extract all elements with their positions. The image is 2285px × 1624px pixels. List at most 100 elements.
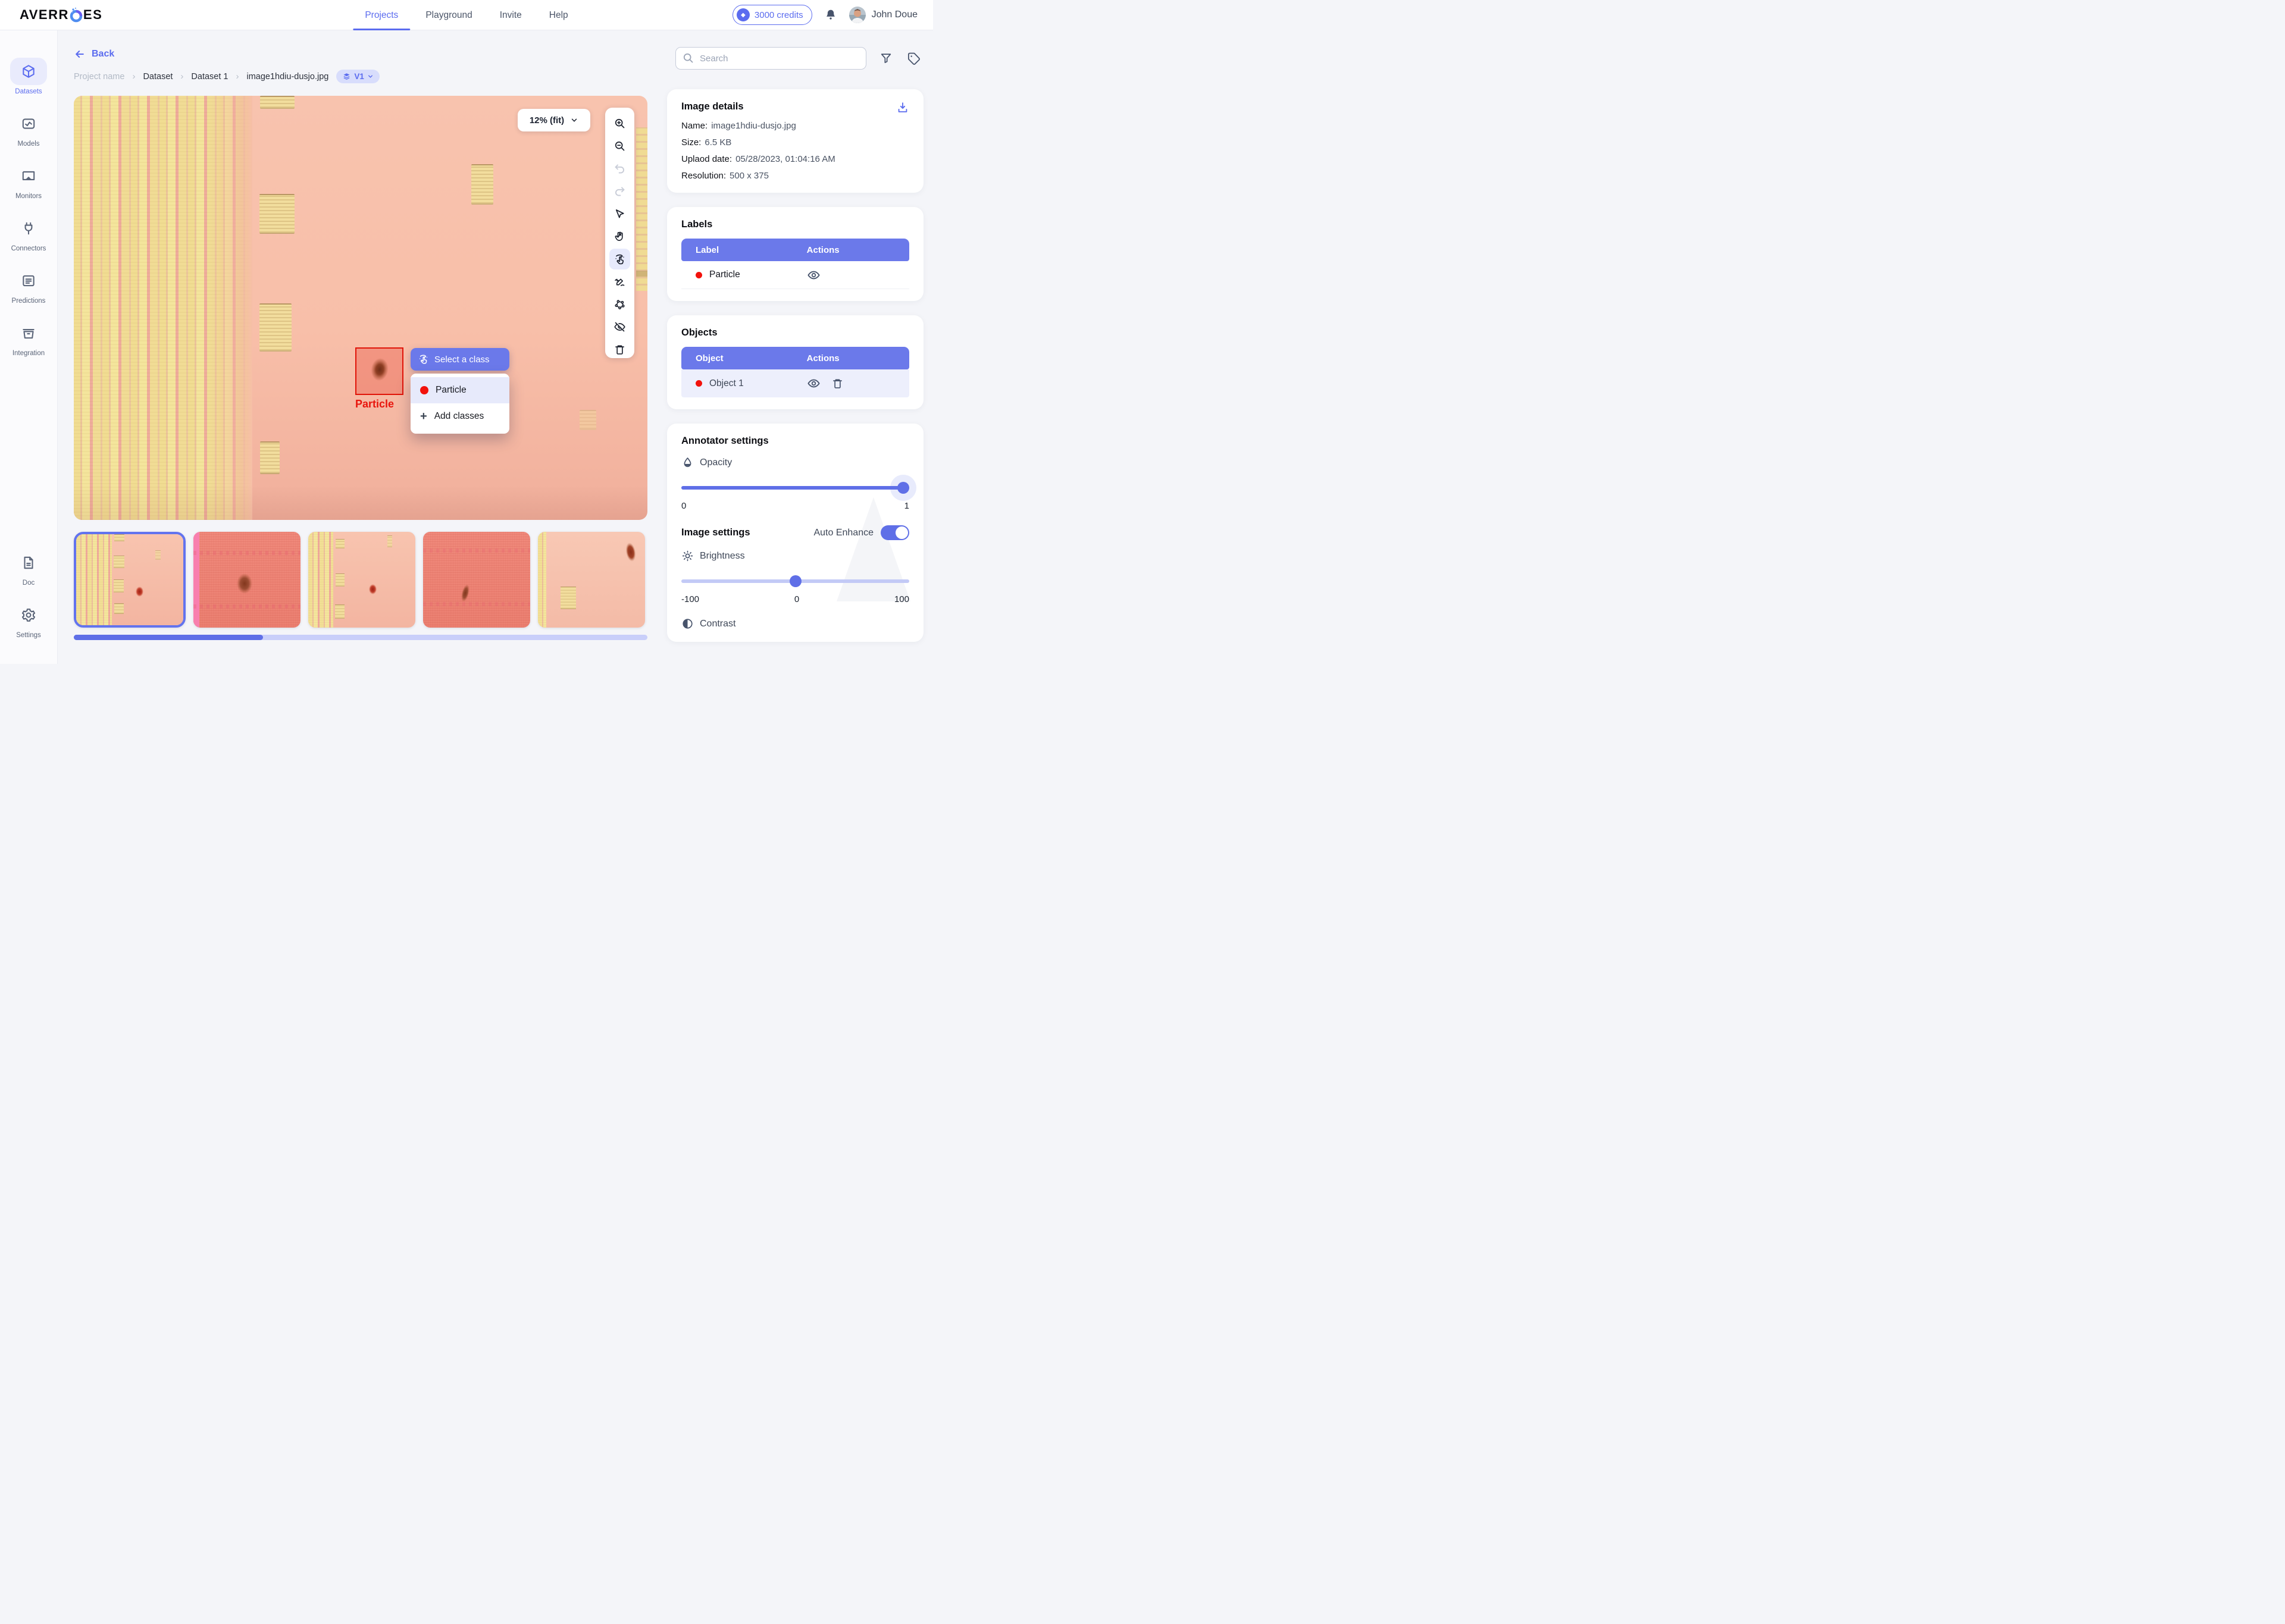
detail-size: Size:6.5 KB xyxy=(681,137,909,148)
opacity-slider[interactable] xyxy=(681,482,909,494)
thumbnail-1-selected[interactable] xyxy=(74,532,186,628)
breadcrumb-filename[interactable]: image1hdiu-dusjo.jpg xyxy=(247,72,329,81)
auto-enhance-toggle[interactable] xyxy=(881,525,909,540)
user-menu[interactable]: John Doue xyxy=(849,7,918,23)
sidebar-label: Connectors xyxy=(11,245,46,252)
logo-text-left: AVERR xyxy=(20,7,69,23)
document-icon xyxy=(21,555,36,570)
nav-projects[interactable]: Projects xyxy=(365,0,398,30)
image-settings-row: Image settings Auto Enhance xyxy=(681,525,909,540)
sidebar-item-monitors[interactable]: Monitors xyxy=(10,162,47,200)
undo-icon[interactable] xyxy=(609,158,630,179)
top-bar: AVERRES Projects Playground Invite Help … xyxy=(0,0,933,30)
class-option-particle[interactable]: Particle xyxy=(411,377,509,403)
coin-icon: ◆ xyxy=(737,8,750,21)
sidebar-label: Doc xyxy=(23,579,35,587)
polygon-tool-icon[interactable] xyxy=(609,294,630,315)
thumbnail-2[interactable] xyxy=(193,532,301,628)
main-nav: Projects Playground Invite Help xyxy=(365,0,568,30)
visibility-eye-icon[interactable] xyxy=(807,377,821,390)
thumbnail-strip xyxy=(74,532,647,628)
search-icon xyxy=(682,52,694,67)
nav-help[interactable]: Help xyxy=(549,0,568,30)
filter-icon[interactable] xyxy=(879,52,893,65)
sidebar-item-settings[interactable]: Settings xyxy=(10,601,47,639)
plug-icon xyxy=(21,221,36,236)
canvas-toolbar xyxy=(605,108,634,358)
thumbnail-5[interactable] xyxy=(538,532,645,628)
opacity-scale: 01 xyxy=(681,501,909,511)
search-input[interactable] xyxy=(675,47,866,70)
sidebar-label: Integration xyxy=(12,350,45,357)
notifications-bell-icon[interactable] xyxy=(824,8,837,21)
annotation-canvas[interactable]: 12% (fit) xyxy=(74,96,647,520)
visibility-eye-icon[interactable] xyxy=(807,268,821,282)
select-cursor-icon[interactable] xyxy=(609,203,630,224)
nav-invite[interactable]: Invite xyxy=(500,0,522,30)
sidebar-item-models[interactable]: Models xyxy=(10,110,47,148)
pan-hand-icon[interactable] xyxy=(609,226,630,247)
brightness-slider-knob[interactable] xyxy=(790,575,802,587)
chevron-down-icon xyxy=(570,116,578,124)
class-dropdown: Particle + Add classes xyxy=(411,374,509,434)
sidebar: Datasets Models Monitors Connectors Pred… xyxy=(0,30,58,664)
logo-o-icon xyxy=(70,7,83,23)
auto-enhance-label: Auto Enhance xyxy=(813,528,874,538)
download-icon[interactable] xyxy=(896,101,909,114)
tag-icon[interactable] xyxy=(907,52,921,65)
labels-title: Labels xyxy=(681,219,712,230)
chevron-down-icon xyxy=(367,73,374,80)
breadcrumb-dataset[interactable]: Dataset xyxy=(143,72,173,81)
zoom-level-dropdown[interactable]: 12% (fit) xyxy=(518,109,590,131)
model-check-icon xyxy=(21,116,36,131)
credits-pill[interactable]: ◆ 3000 credits xyxy=(733,5,812,25)
breadcrumb: Project name › Dataset › Dataset 1 › ima… xyxy=(74,70,647,83)
delete-object-icon[interactable] xyxy=(831,377,844,390)
delete-annotation-icon[interactable] xyxy=(609,339,630,360)
specimen-strip-right xyxy=(636,127,647,291)
brightness-row: Brightness xyxy=(681,550,909,562)
monitor-icon xyxy=(21,168,36,184)
zoom-in-icon[interactable] xyxy=(609,113,630,134)
draw-pen-icon[interactable] xyxy=(609,271,630,292)
search-row xyxy=(667,47,924,70)
sidebar-label: Datasets xyxy=(15,88,42,95)
back-button[interactable]: Back xyxy=(74,48,127,60)
redo-icon[interactable] xyxy=(609,181,630,202)
zoom-out-icon[interactable] xyxy=(609,136,630,156)
contrast-icon xyxy=(681,617,694,630)
select-class-popup-header[interactable]: Select a class xyxy=(411,348,509,371)
logo-text-right: ES xyxy=(83,7,102,23)
sidebar-item-predictions[interactable]: Predictions xyxy=(10,267,47,305)
version-badge[interactable]: V1 xyxy=(336,70,380,83)
search-box xyxy=(675,47,866,70)
thumbnail-scrollbar[interactable] xyxy=(74,635,647,640)
opacity-slider-knob[interactable] xyxy=(897,482,909,494)
labels-table-header: Label Actions xyxy=(681,239,909,261)
droplet-icon xyxy=(681,456,694,469)
add-classes-option[interactable]: + Add classes xyxy=(411,403,509,429)
label-row-particle: Particle xyxy=(681,261,909,289)
contrast-row: Contrast xyxy=(681,617,909,630)
class-color-dot xyxy=(420,386,428,394)
sidebar-item-connectors[interactable]: Connectors xyxy=(10,215,47,252)
sidebar-item-datasets[interactable]: Datasets xyxy=(10,58,47,95)
image-details-card: Image details Name:image1hdiu-dusjo.jpg … xyxy=(667,89,924,193)
bounding-box[interactable] xyxy=(355,347,403,395)
scrollbar-thumb[interactable] xyxy=(74,635,263,640)
sidebar-label: Models xyxy=(17,140,39,148)
thumbnail-3[interactable] xyxy=(308,532,415,628)
smart-select-icon xyxy=(418,353,430,365)
breadcrumb-dataset1[interactable]: Dataset 1 xyxy=(191,72,228,81)
brightness-scale: -1000100 xyxy=(681,594,909,604)
detail-resolution: Resolution:500 x 375 xyxy=(681,171,909,181)
smart-select-tool-icon[interactable] xyxy=(609,249,630,269)
hide-annotations-icon[interactable] xyxy=(609,316,630,337)
breadcrumb-project[interactable]: Project name xyxy=(74,72,124,81)
sidebar-item-doc[interactable]: Doc xyxy=(10,549,47,587)
thumbnail-4[interactable] xyxy=(423,532,530,628)
brightness-slider[interactable] xyxy=(681,575,909,587)
detail-upload-date: Uplaod date:05/28/2023, 01:04:16 AM xyxy=(681,154,909,164)
nav-playground[interactable]: Playground xyxy=(425,0,472,30)
sidebar-item-integration[interactable]: Integration xyxy=(10,319,47,357)
